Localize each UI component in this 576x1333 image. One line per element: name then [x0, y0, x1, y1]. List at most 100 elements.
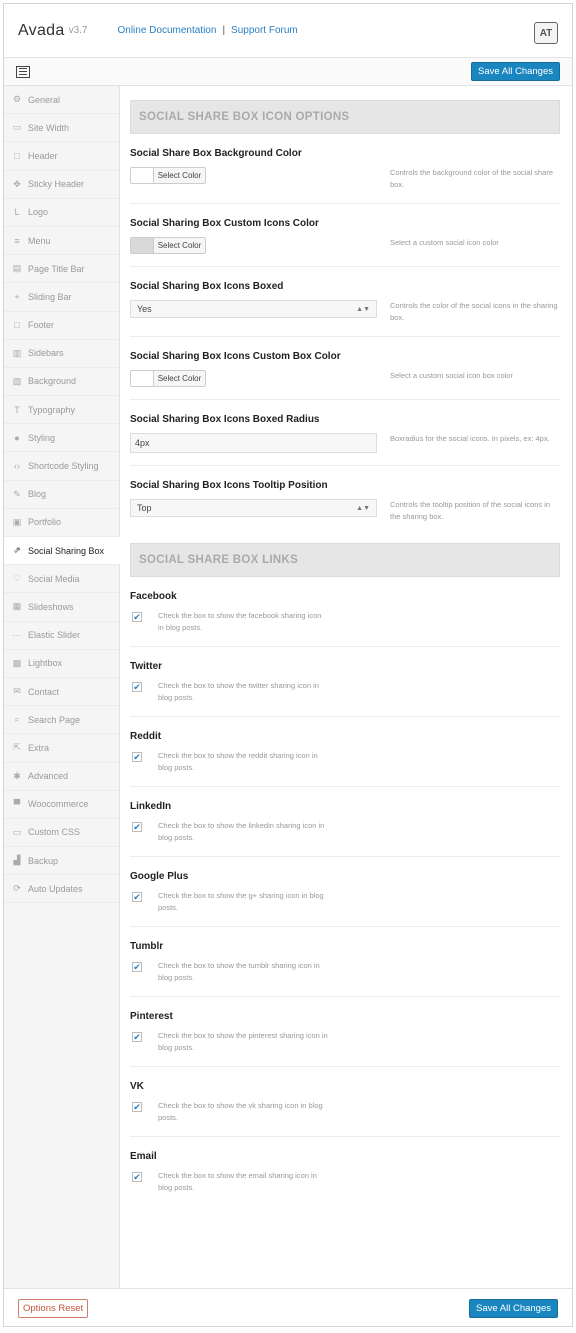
portfolio-icon: ▣ [12, 516, 22, 527]
box-color-picker[interactable]: Select Color [130, 370, 206, 387]
select-color-label: Select Color [154, 371, 205, 386]
enable-checkbox[interactable]: ✔ [132, 892, 142, 902]
share-link-tumblr: Tumblr ✔ Check the box to show the tumblr … [130, 927, 560, 997]
enable-checkbox[interactable]: ✔ [132, 1032, 142, 1042]
image-icon: ▨ [12, 375, 22, 386]
select-arrows-icon: ▲▼ [356, 504, 370, 512]
sidebar-item-social-sharing-box[interactable]: ⇗ Social Sharing Box [4, 537, 120, 566]
sidebar-item-contact[interactable]: ✉ Contact [4, 678, 119, 707]
color-swatch [131, 371, 154, 386]
mail-icon: ✉ [13, 686, 21, 697]
sidebar-item-label: Portfolio [28, 517, 62, 528]
option-description: Controls the color of the social icons i… [390, 301, 558, 322]
sidebar-item-styling[interactable]: ● Styling [4, 424, 119, 453]
sidebar-item-logo[interactable]: L Logo [4, 199, 119, 227]
share-link-facebook: Facebook ✔ Check the box to show the faceb… [130, 577, 560, 647]
sidebar-item-label: Slideshows [28, 601, 74, 612]
option-title: Facebook [130, 591, 177, 602]
icons-color-picker[interactable]: Select Color [130, 237, 206, 254]
option-description: Check the box to show the twitter sharin… [158, 681, 319, 702]
tooltip-position-select[interactable]: Top ▲▼ [130, 499, 377, 517]
option-title: Twitter [130, 661, 163, 672]
sidebar-item-backup[interactable]: ▟ Backup [4, 847, 119, 876]
sidebar-item-label: Sticky Header [28, 179, 85, 190]
option-description: Check the box to show the facebook shari… [158, 611, 322, 632]
enable-checkbox[interactable]: ✔ [132, 822, 142, 832]
enable-checkbox[interactable]: ✔ [132, 752, 142, 762]
star-icon: ✱ [13, 770, 21, 781]
share-link-pinterest: Pinterest ✔ Check the box to show the pint… [130, 997, 560, 1067]
sidebar-item-label: Styling [28, 432, 56, 443]
sidebar-item-portfolio[interactable]: ▣ Portfolio [4, 509, 119, 537]
boxed-radius-input[interactable]: 4px [130, 433, 377, 453]
sidebar-item-sidebars[interactable]: ▥ Sidebars [4, 340, 119, 368]
option-description: Select a custom social icon color [390, 238, 499, 247]
online-documentation-link[interactable]: Online Documentation [117, 25, 216, 36]
sidebar-item-label: Background [28, 376, 77, 387]
option-title: Email [130, 1151, 157, 1162]
sidebar-item-social-media[interactable]: ♡ Social Media [4, 565, 119, 594]
top-bar: Avada v3.7 Online Documentation | Suppor… [4, 4, 572, 58]
options-reset-button[interactable]: Options Reset [18, 1298, 89, 1318]
sidebar-item-header[interactable]: □ Header [4, 142, 119, 171]
sidebar-item-menu[interactable]: ≡ Menu [4, 227, 119, 256]
option-description: Controls the tooltip position of the soc… [390, 500, 551, 521]
sidebar-item-sticky-header[interactable]: ✥ Sticky Header [4, 171, 119, 199]
title-bar-icon: ▤ [12, 263, 22, 274]
css-icon: ▭ [12, 826, 22, 837]
sidebar-item-page-title-bar[interactable]: ▤ Page Title Bar [4, 255, 119, 284]
enable-checkbox[interactable]: ✔ [132, 1172, 142, 1182]
expand-toggle-icon[interactable] [16, 65, 30, 78]
support-forum-link[interactable]: Support Forum [231, 25, 298, 36]
sidebar-item-extra[interactable]: ⇱ Extra [4, 734, 119, 763]
sidebar-item-woocommerce[interactable]: ▀ Woocommerce [4, 791, 119, 819]
sidebar-item-shortcode-styling[interactable]: ‹› Shortcode Styling [4, 452, 119, 481]
background-color-picker[interactable]: Select Color [130, 167, 206, 184]
save-all-changes-button[interactable]: Save All Changes [471, 62, 560, 81]
pen-icon: ✎ [13, 488, 21, 499]
option-title: Social Sharing Box Custom Icons Color [130, 218, 319, 229]
share-link-google-plus: Google Plus ✔ Check the box to show the g+… [130, 857, 560, 927]
section-heading-icon-options: SOCIAL SHARE BOX ICON OPTIONS [130, 100, 560, 134]
sidebar-item-footer[interactable]: □ Footer [4, 312, 119, 340]
sidebar-item-blog[interactable]: ✎ Blog [4, 481, 119, 509]
sidebar-item-elastic-slider[interactable]: ⋯ Elastic Slider [4, 622, 119, 650]
enable-checkbox[interactable]: ✔ [132, 612, 142, 622]
sidebar-item-label: Search Page [28, 714, 81, 725]
color-swatch [131, 168, 154, 183]
enable-checkbox[interactable]: ✔ [132, 682, 142, 692]
sidebar-item-advanced[interactable]: ✱ Advanced [4, 763, 119, 791]
icons-boxed-select[interactable]: Yes ▲▼ [130, 300, 377, 318]
menu-icon: ≡ [14, 235, 20, 246]
logo-icon: L [14, 207, 20, 218]
option-description: Check the box to show the vk sharing ico… [158, 1101, 323, 1122]
sidebar-item-sliding-bar[interactable]: + Sliding Bar [4, 283, 119, 312]
sidebar-item-typography[interactable]: T Typography [4, 396, 119, 425]
option-title: Google Plus [130, 871, 189, 882]
sidebar-item-label: Lightbox [28, 658, 63, 669]
refresh-icon: ⟳ [13, 883, 21, 894]
option-background-color: Social Share Box Background Color Select… [130, 134, 560, 204]
plus-icon: + [14, 291, 20, 302]
sidebar-item-label: General [28, 94, 61, 105]
enable-checkbox[interactable]: ✔ [132, 962, 142, 972]
sidebar-item-label: Custom CSS [28, 827, 81, 838]
sidebar-item-search-page[interactable]: ⌕ Search Page [4, 706, 119, 735]
slider-icon: ⋯ [12, 629, 22, 640]
option-description: Check the box to show the tumblr sharing… [158, 961, 320, 982]
sidebar-item-site-width[interactable]: ▭ Site Width [4, 114, 119, 143]
brand-name: Avada [18, 21, 65, 39]
save-all-changes-footer-button[interactable]: Save All Changes [469, 1298, 558, 1318]
option-description: Boxradius for the social icons. In pixel… [390, 434, 550, 443]
sidebar-item-slideshows[interactable]: ▦ Slideshows [4, 593, 119, 622]
sidebar-item-background[interactable]: ▨ Background [4, 368, 119, 397]
sidebar-item-custom-css[interactable]: ▭ Custom CSS [4, 819, 119, 848]
top-links: Online Documentation | Support Forum [117, 25, 297, 36]
sidebar-item-auto-updates[interactable]: ⟳ Auto Updates [4, 875, 119, 904]
sidebar-item-general[interactable]: ⚙ General [4, 86, 119, 115]
enable-checkbox[interactable]: ✔ [132, 1102, 142, 1112]
sidebar-item-label: Logo [28, 207, 49, 218]
sidebar-item-lightbox[interactable]: ▩ Lightbox [4, 650, 119, 678]
footer-icon: □ [14, 320, 20, 331]
section-heading-share-links: SOCIAL SHARE BOX LINKS [130, 543, 560, 577]
